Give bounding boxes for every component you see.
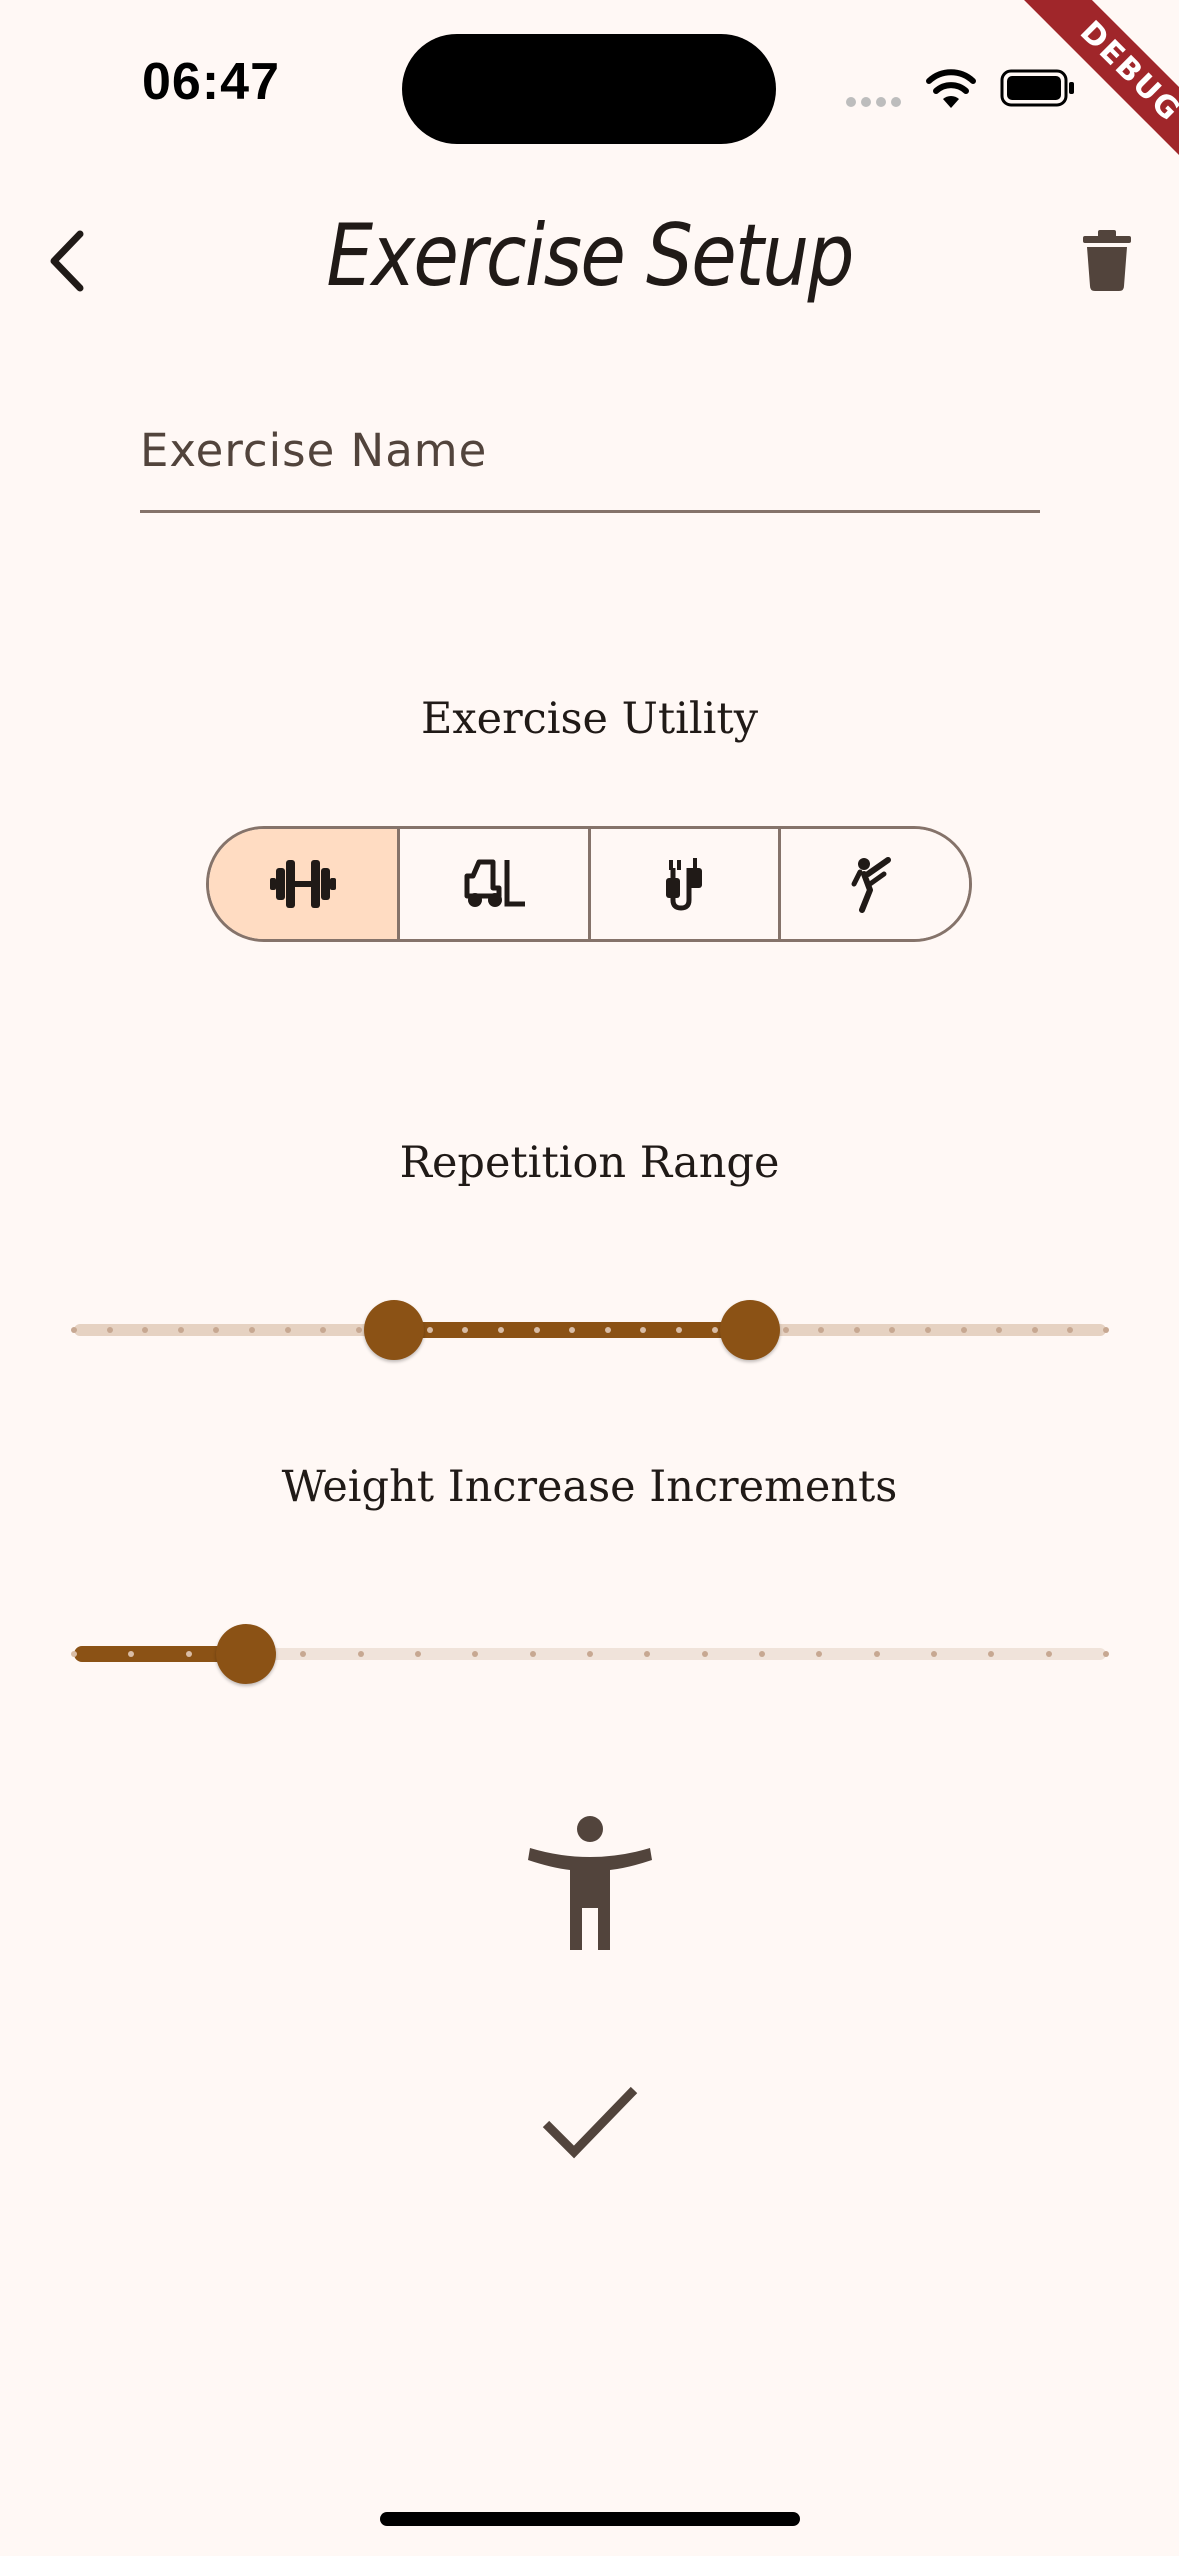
martial-arts-kick-icon xyxy=(851,857,892,913)
slider-tick xyxy=(415,1651,421,1657)
utility-option-martial-arts[interactable] xyxy=(781,829,969,939)
slider-tick xyxy=(675,1327,682,1333)
slider-tick xyxy=(960,1327,967,1333)
slider-tick xyxy=(529,1651,536,1657)
exercise-name-input[interactable] xyxy=(140,390,1040,513)
slider-tick xyxy=(185,1651,192,1657)
weight-increments-slider[interactable] xyxy=(70,1624,1110,1684)
forklift-icon xyxy=(464,859,525,907)
home-indicator xyxy=(380,2512,800,2526)
slider-tick xyxy=(426,1327,433,1333)
slider-tick xyxy=(604,1327,611,1333)
cellular-signal-icon xyxy=(846,97,901,107)
dynamic-island xyxy=(402,34,776,144)
trash-icon[interactable] xyxy=(1080,228,1134,292)
slider-tick xyxy=(759,1651,765,1657)
slider-tick xyxy=(853,1327,860,1333)
battery-icon xyxy=(1000,69,1074,107)
slider-tick xyxy=(71,1327,77,1333)
slider-tick xyxy=(1103,1327,1109,1333)
slider-tick xyxy=(177,1327,184,1333)
slider-tick xyxy=(106,1327,113,1333)
check-icon[interactable] xyxy=(542,2084,638,2160)
status-time: 06:47 xyxy=(142,53,280,111)
exercise-utility-selector xyxy=(206,826,972,942)
slider-tick xyxy=(1045,1651,1052,1657)
utility-option-cable[interactable] xyxy=(590,829,782,939)
range-start-thumb[interactable] xyxy=(364,1300,425,1360)
exercise-utility-label: Exercise Utility xyxy=(420,694,758,744)
utility-option-dumbbell[interactable] xyxy=(209,829,400,939)
wifi-icon xyxy=(926,69,976,108)
slider-tick xyxy=(782,1327,789,1333)
slider-tick xyxy=(1031,1327,1038,1333)
weight-increments-label: Weight Increase Increments xyxy=(281,1462,898,1512)
slider-tick xyxy=(931,1651,937,1657)
repetition-range-label: Repetition Range xyxy=(399,1138,780,1188)
accessibility-icon[interactable] xyxy=(528,1816,652,1950)
slider-tick xyxy=(248,1327,255,1333)
slider-tick xyxy=(498,1327,505,1333)
slider-thumb[interactable] xyxy=(216,1624,276,1684)
dumbbell-icon xyxy=(269,860,336,908)
page-title: Exercise Setup xyxy=(326,206,854,306)
slider-tick xyxy=(711,1327,718,1333)
slider-tick xyxy=(587,1651,593,1657)
slider-tick xyxy=(71,1651,77,1657)
slider-tick xyxy=(701,1651,708,1657)
slider-tick xyxy=(533,1327,540,1333)
utility-option-forklift[interactable] xyxy=(399,829,591,939)
slider-tick xyxy=(284,1327,291,1333)
range-end-thumb[interactable] xyxy=(720,1300,781,1360)
slider-tick xyxy=(873,1651,880,1657)
cable-icon xyxy=(666,858,703,911)
slider-tick xyxy=(1103,1651,1109,1657)
slider-tick xyxy=(355,1327,362,1333)
repetition-range-slider[interactable] xyxy=(70,1300,1110,1360)
slider-tick xyxy=(357,1651,364,1657)
